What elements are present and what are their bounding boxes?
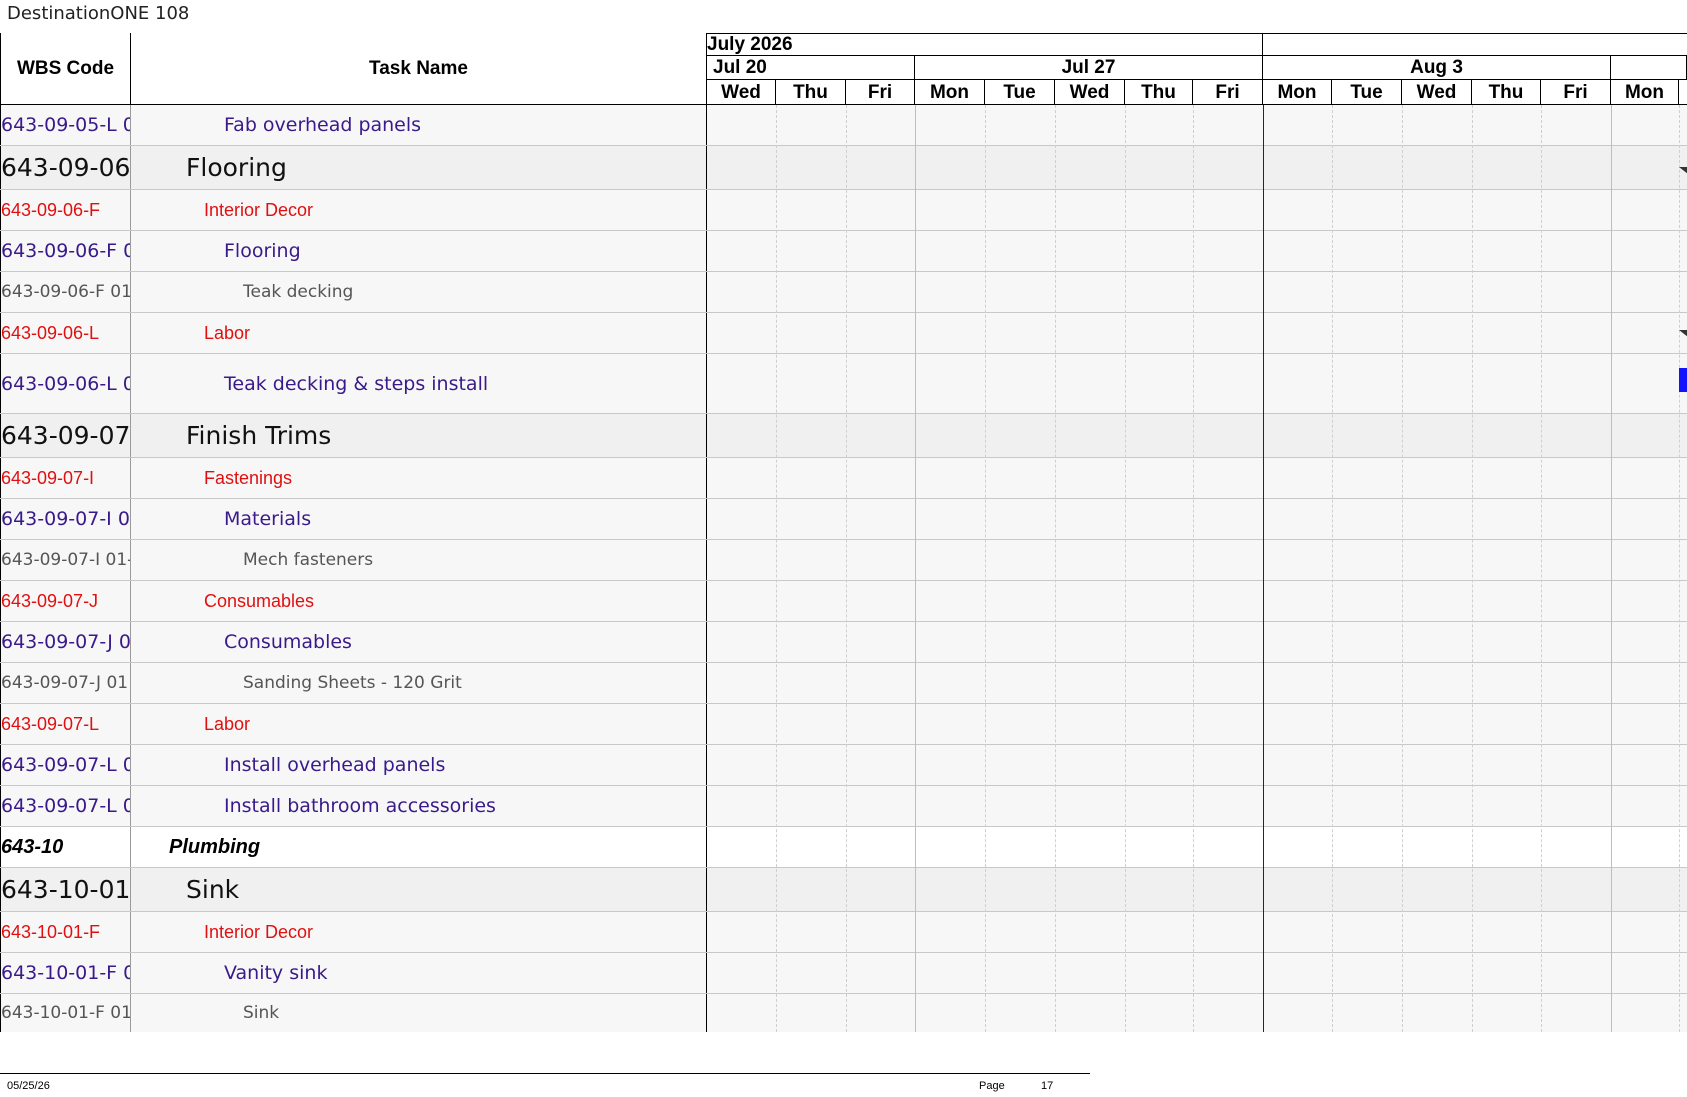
day-label: Mon (1263, 80, 1332, 105)
day-label: Thu (1472, 80, 1541, 105)
table-row[interactable]: 643-10 Plumbing (0, 827, 1687, 868)
wbs-code: 643-09-06-F (0, 190, 131, 230)
table-row[interactable]: 643-09-07-L 0 Install bathroom accessori… (0, 786, 1687, 827)
task-name: Finish Trims (131, 414, 707, 457)
task-name: Materials (131, 499, 707, 539)
task-name: Labor (131, 313, 707, 353)
wbs-code: 643-09-07-I 01- (0, 540, 131, 580)
day-label: Thu (1125, 80, 1193, 105)
task-name: Sink (131, 994, 707, 1032)
task-name: Fastenings (131, 458, 707, 498)
table-row[interactable]: 643-09-07-I Fastenings (0, 458, 1687, 499)
footer-page-number: 17 (1041, 1080, 1054, 1092)
wbs-code: 643-10-01-F 01 (0, 994, 131, 1032)
wbs-code: 643-09-06-F 0 (0, 231, 131, 271)
day-label: Mon (915, 80, 985, 105)
wbs-code: 643-09-07-J (0, 581, 131, 621)
day-label: Tue (985, 80, 1055, 105)
table-row[interactable]: 643-09-07-J 0 Consumables (0, 622, 1687, 663)
timeline-header: July 2026 Jul 20 Jul 27 Aug 3 Wed Thu Fr… (707, 33, 1687, 105)
wbs-code: 643-09-06-F 01 (0, 272, 131, 312)
task-name: Interior Decor (131, 912, 707, 952)
table-row[interactable]: 643-09-06-F 0 Flooring (0, 231, 1687, 272)
wbs-code: 643-10-01-F 0 (0, 953, 131, 993)
wbs-code: 643-10 (0, 827, 131, 867)
day-label: Wed (1055, 80, 1125, 105)
footer-page-label: Page (979, 1080, 1005, 1092)
day-label: Thu (776, 80, 846, 105)
task-name: Consumables (131, 581, 707, 621)
wbs-column-header[interactable]: WBS Code (0, 33, 131, 105)
table-row[interactable]: 643-09-07-I 0 Materials (0, 499, 1687, 540)
day-label: Tue (1332, 80, 1402, 105)
table-row[interactable]: 643-09-07-I 01- Mech fasteners (0, 540, 1687, 581)
table-row[interactable]: 643-10-01-F Interior Decor (0, 912, 1687, 953)
task-name: Sanding Sheets - 120 Grit (131, 663, 707, 703)
table-row[interactable]: 643-09-07-L Labor (0, 704, 1687, 745)
task-name: Teak decking (131, 272, 707, 312)
table-row[interactable]: 643-09-07 Finish Trims (0, 414, 1687, 458)
week-label: Aug 3 (1263, 56, 1611, 80)
table-row[interactable]: 643-09-06-F 01 Teak decking (0, 272, 1687, 313)
wbs-code: 643-09-07-I (0, 458, 131, 498)
task-name: Install bathroom accessories (131, 786, 707, 826)
table-row[interactable]: 643-09-05-L 0 Fab overhead panels (0, 105, 1687, 146)
table-row[interactable]: 643-10-01-F 0 Vanity sink (0, 953, 1687, 994)
month-label: July 2026 (707, 33, 1263, 56)
wbs-code: 643-09-06 (0, 146, 131, 189)
table-row[interactable]: 643-09-07-J Consumables (0, 581, 1687, 622)
task-name: Interior Decor (131, 190, 707, 230)
table-row[interactable]: 643-09-06-L 0 Teak decking & steps insta… (0, 354, 1687, 414)
day-label: Mon (1611, 80, 1679, 105)
task-name: Consumables (131, 622, 707, 662)
week-label-next (1611, 56, 1687, 80)
footer-divider (0, 1073, 1090, 1074)
task-name: Mech fasteners (131, 540, 707, 580)
wbs-code: 643-09-07-L (0, 704, 131, 744)
day-label: Fri (846, 80, 915, 105)
week-label: Jul 27 (915, 56, 1263, 80)
task-name: Sink (131, 868, 707, 911)
table-row[interactable]: 643-09-07-J 01 Sanding Sheets - 120 Grit (0, 663, 1687, 704)
task-name: Teak decking & steps install (131, 354, 707, 413)
wbs-code: 643-09-06-L 0 (0, 354, 131, 413)
day-label: Fri (1193, 80, 1263, 105)
table-row[interactable]: 643-09-07-L 0 Install overhead panels (0, 745, 1687, 786)
task-name: Fab overhead panels (131, 105, 707, 145)
wbs-code: 643-10-01 (0, 868, 131, 911)
table-row[interactable]: 643-10-01 Sink (0, 868, 1687, 912)
task-name: Labor (131, 704, 707, 744)
day-label: Wed (1402, 80, 1472, 105)
day-label: Fri (1541, 80, 1611, 105)
table-row[interactable]: 643-09-06 Flooring (0, 146, 1687, 190)
task-name: Vanity sink (131, 953, 707, 993)
table-row[interactable]: 643-09-06-L Labor (0, 313, 1687, 354)
table-row[interactable]: 643-10-01-F 01 Sink (0, 994, 1687, 1032)
wbs-code: 643-09-06-L (0, 313, 131, 353)
task-name: Flooring (131, 231, 707, 271)
wbs-code: 643-09-07-J 0 (0, 622, 131, 662)
week-label: Jul 20 (707, 56, 915, 80)
wbs-code: 643-09-07-L 0 (0, 745, 131, 785)
task-name: Install overhead panels (131, 745, 707, 785)
task-name: Plumbing (131, 827, 707, 867)
wbs-code: 643-09-05-L 0 (0, 105, 131, 145)
wbs-code: 643-09-07-I 0 (0, 499, 131, 539)
task-column-header[interactable]: Task Name (131, 33, 707, 105)
task-name: Flooring (131, 146, 707, 189)
table-row[interactable]: 643-09-06-F Interior Decor (0, 190, 1687, 231)
wbs-code: 643-09-07-J 01 (0, 663, 131, 703)
month-label-next (1263, 33, 1687, 56)
day-label: Wed (707, 80, 776, 105)
wbs-code: 643-09-07 (0, 414, 131, 457)
wbs-code: 643-10-01-F (0, 912, 131, 952)
footer-date: 05/25/26 (7, 1080, 50, 1092)
document-title: DestinationONE 108 (7, 3, 190, 24)
wbs-code: 643-09-07-L 0 (0, 786, 131, 826)
